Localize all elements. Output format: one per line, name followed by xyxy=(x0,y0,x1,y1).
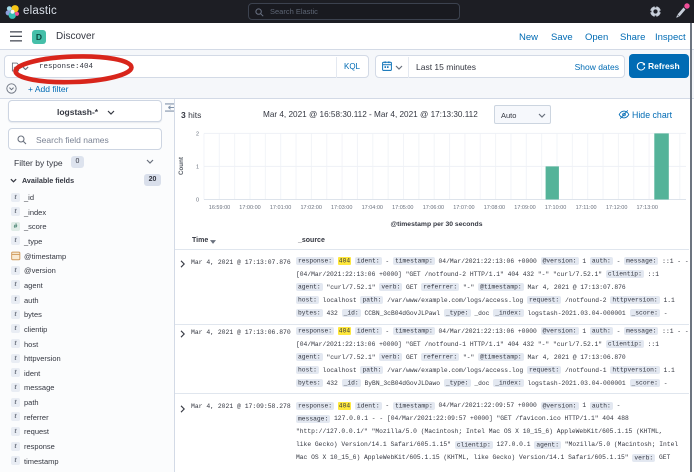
svg-text:2: 2 xyxy=(196,131,199,137)
svg-text:17:11:00: 17:11:00 xyxy=(576,205,597,211)
svg-text:17:04:00: 17:04:00 xyxy=(362,205,383,211)
svg-text:17:09:00: 17:09:00 xyxy=(514,205,535,211)
svg-text:17:10:00: 17:10:00 xyxy=(545,205,566,211)
svg-text:17:02:00: 17:02:00 xyxy=(300,205,321,211)
svg-text:17:06:00: 17:06:00 xyxy=(423,205,444,211)
svg-text:1: 1 xyxy=(196,164,199,170)
svg-text:17:12:00: 17:12:00 xyxy=(606,205,627,211)
svg-text:Count: Count xyxy=(178,157,185,175)
svg-text:17:01:00: 17:01:00 xyxy=(270,205,291,211)
svg-text:0: 0 xyxy=(196,198,199,204)
svg-text:17:07:00: 17:07:00 xyxy=(453,205,474,211)
svg-text:@timestamp per 30 seconds: @timestamp per 30 seconds xyxy=(390,221,482,228)
svg-text:16:59:00: 16:59:00 xyxy=(209,205,230,211)
svg-text:17:13:00: 17:13:00 xyxy=(636,205,657,211)
svg-text:17:08:00: 17:08:00 xyxy=(484,205,505,211)
svg-text:17:05:00: 17:05:00 xyxy=(392,205,413,211)
svg-text:17:00:00: 17:00:00 xyxy=(239,205,260,211)
svg-text:17:03:00: 17:03:00 xyxy=(331,205,352,211)
